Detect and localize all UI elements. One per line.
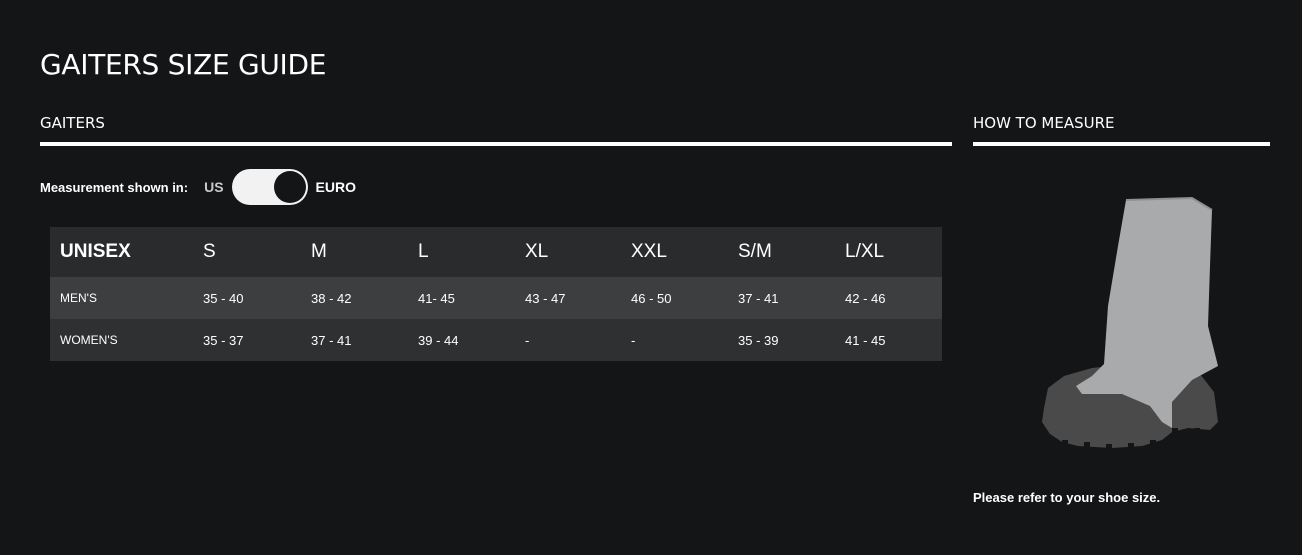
how-to-measure-note: Please refer to your shoe size. [973, 490, 1161, 505]
table-cell: 43 - 47 [525, 290, 566, 306]
table-header-cell: XL [525, 241, 549, 262]
gaiter-boot-illustration-icon [1042, 196, 1218, 452]
table-cell: 35 - 40 [203, 290, 244, 306]
table-header-cell: L [418, 241, 429, 262]
gaiters-section-divider [40, 142, 952, 146]
row-label: MEN'S [60, 291, 97, 305]
table-cell: 46 - 50 [631, 290, 672, 306]
table-header-cell: S [203, 241, 216, 262]
size-table: UNISEX S M L XL XXL S/M L/XL MEN'S 35 - … [50, 227, 942, 361]
toggle-knob [273, 171, 306, 203]
table-cell: 39 - 44 [418, 332, 459, 348]
measurement-label: Measurement shown in: [40, 179, 189, 195]
table-cell: - [525, 332, 530, 348]
table-cell: 35 - 37 [203, 332, 244, 348]
unit-us-label[interactable]: US [204, 179, 223, 195]
table-header-cell: M [311, 241, 327, 262]
table-cell: 37 - 41 [738, 290, 779, 306]
table-cell: - [631, 332, 636, 348]
how-to-measure-divider [973, 142, 1270, 146]
table-header-cell: XXL [631, 241, 667, 262]
unit-toggle-switch[interactable] [231, 169, 308, 205]
row-label: WOMEN'S [60, 333, 118, 347]
table-row-womens: WOMEN'S 35 - 37 37 - 41 39 - 44 - - 35 -… [50, 319, 942, 361]
table-cell: 41 - 45 [845, 332, 886, 348]
table-header-row: UNISEX S M L XL XXL S/M L/XL [50, 227, 942, 277]
size-guide-page: GAITERS SIZE GUIDE GAITERS Measurement s… [0, 0, 1302, 555]
table-cell: 38 - 42 [311, 290, 352, 306]
table-cell: 35 - 39 [738, 332, 779, 348]
table-cell: 37 - 41 [311, 332, 352, 348]
table-cell: 42 - 46 [845, 290, 886, 306]
table-header-cell: L/XL [845, 241, 885, 262]
unit-euro-label[interactable]: EURO [316, 179, 356, 195]
table-header-cell: S/M [738, 241, 772, 262]
measurement-unit-selector: Measurement shown in: US EURO [40, 169, 356, 205]
how-to-measure-heading: HOW TO MEASURE [973, 114, 1115, 132]
page-title: GAITERS SIZE GUIDE [40, 48, 327, 81]
gaiters-section-heading: GAITERS [40, 114, 105, 132]
table-header-cell: UNISEX [60, 241, 131, 262]
table-cell: 41- 45 [418, 290, 455, 306]
table-row-mens: MEN'S 35 - 40 38 - 42 41- 45 43 - 47 46 … [50, 277, 942, 319]
